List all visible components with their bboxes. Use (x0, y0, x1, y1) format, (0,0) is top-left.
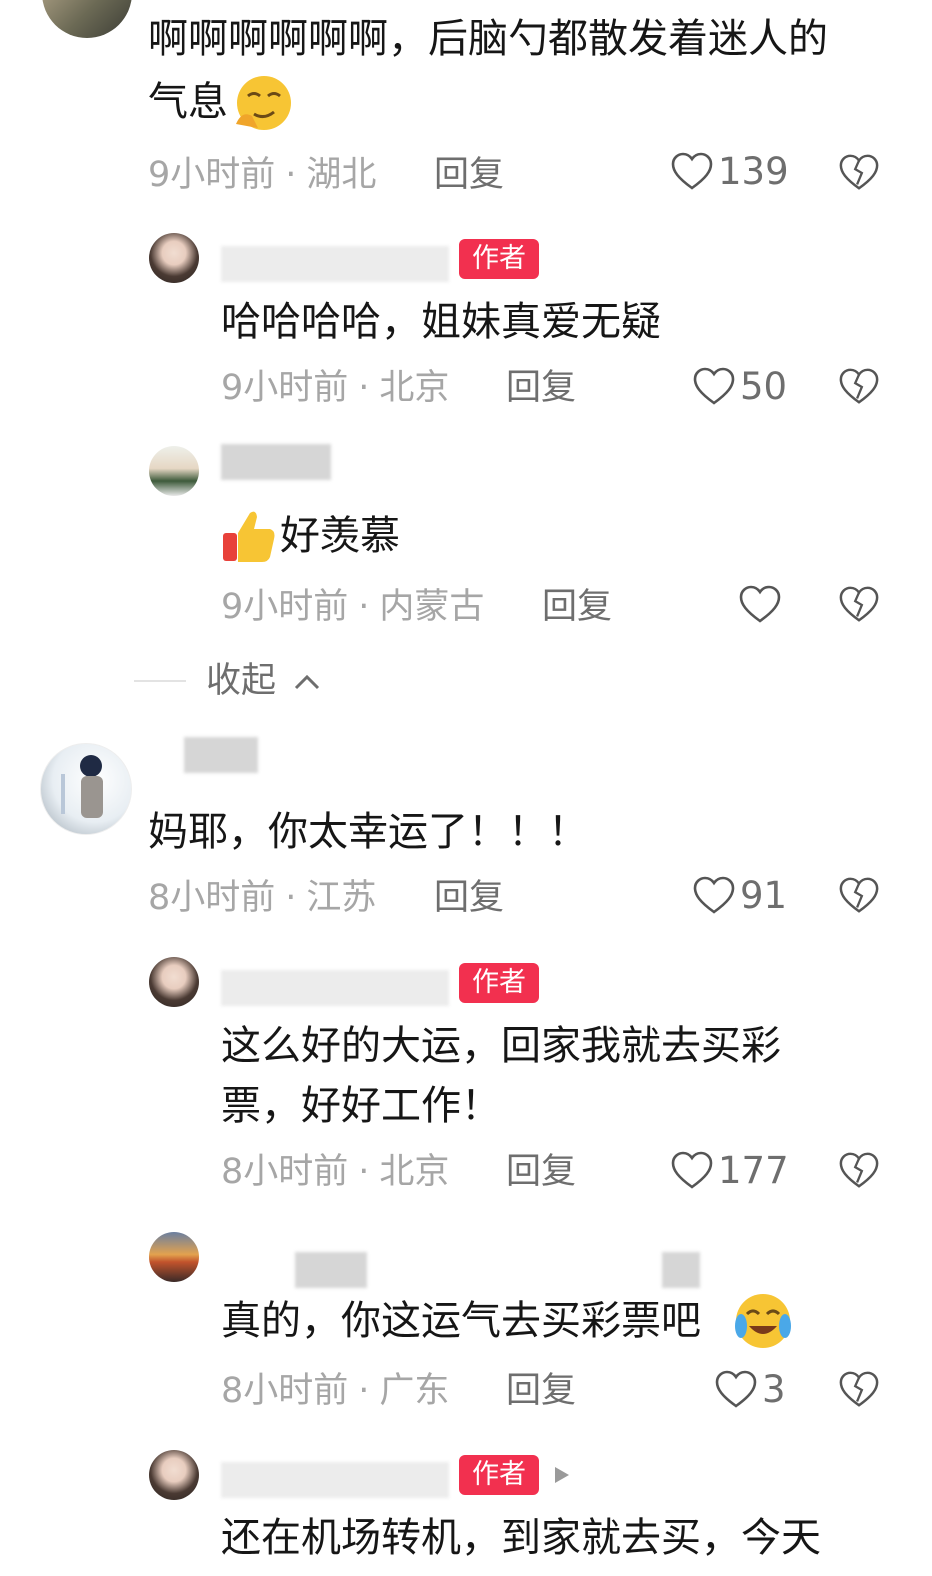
comment-text: 还在机场转机，到家就去买，今天 (221, 1515, 821, 1561)
comment-text: 哈哈哈哈，姐妹真爱无疑 (221, 299, 661, 345)
avatar[interactable] (149, 1450, 199, 1500)
reply-button[interactable]: 回复 (434, 155, 504, 195)
comment-time: 9小时前 (221, 587, 349, 627)
username-blurred (221, 1462, 449, 1498)
comment-location: 江苏 (306, 878, 377, 918)
reply-button[interactable]: 回复 (506, 1371, 576, 1411)
comment-text: 气息 (148, 79, 228, 125)
like-button[interactable]: 177 (670, 1149, 789, 1193)
comment-meta: 9小时前 · 北京 (221, 368, 450, 408)
crying-laughing-emoji (733, 1292, 793, 1354)
collapse-divider (134, 680, 186, 682)
author-badge: 作者 (459, 963, 539, 1003)
comment-time: 8小时前 (221, 1152, 349, 1192)
reply-button[interactable]: 回复 (542, 587, 612, 627)
collapse-button[interactable]: 收起 (206, 661, 321, 701)
heart-icon (671, 152, 713, 190)
heart-icon (739, 585, 781, 623)
like-count: 139 (718, 150, 789, 193)
comment-meta: 9小时前 · 内蒙古 (221, 587, 485, 627)
username-blurred (662, 1252, 700, 1288)
comment-time: 9小时前 (148, 155, 276, 195)
like-count: 3 (762, 1368, 786, 1411)
dislike-icon[interactable] (838, 1369, 880, 1411)
author-badge: 作者 (459, 1455, 539, 1495)
dislike-icon[interactable] (838, 366, 880, 408)
reply-button[interactable]: 回复 (506, 1152, 576, 1192)
comment-text: 妈耶，你太幸运了！！！ (148, 809, 588, 855)
comment-meta: 8小时前 · 江苏 (148, 878, 377, 918)
comment-text: 啊啊啊啊啊啊，后脑勺都散发着迷人的 (148, 16, 828, 62)
comment-text: 这么好的大运，回家我就去买彩 (221, 1023, 781, 1069)
dislike-icon[interactable] (838, 152, 880, 194)
username-blurred (295, 1252, 367, 1288)
comment-location: 北京 (379, 1152, 450, 1192)
comment-meta: 9小时前 · 湖北 (148, 155, 377, 195)
comment-location: 广东 (379, 1371, 450, 1411)
username-blurred (221, 246, 449, 282)
comment-text: 票，好好工作！ (221, 1083, 501, 1129)
dislike-icon[interactable] (838, 584, 880, 626)
like-button[interactable]: 139 (670, 150, 789, 194)
avatar[interactable] (149, 233, 199, 283)
avatar[interactable] (149, 1232, 199, 1282)
username-blurred (221, 970, 449, 1006)
avatar[interactable] (149, 957, 199, 1007)
author-badge: 作者 (459, 239, 539, 279)
avatar[interactable] (149, 446, 199, 496)
play-icon (555, 1467, 569, 1483)
collapse-label: 收起 (206, 661, 277, 701)
like-count: 50 (740, 365, 788, 408)
heart-icon (715, 1370, 757, 1408)
reply-button[interactable]: 回复 (434, 878, 504, 918)
username-blurred (184, 737, 258, 773)
heart-icon (693, 876, 735, 914)
reply-button[interactable]: 回复 (506, 368, 576, 408)
comment-location: 湖北 (306, 155, 377, 195)
like-button[interactable]: 3 (714, 1368, 786, 1412)
comment-location: 北京 (379, 368, 450, 408)
comment-text: 真的，你这运气去买彩票吧 (221, 1298, 701, 1344)
comment-meta: 8小时前 · 广东 (221, 1371, 450, 1411)
dislike-icon[interactable] (838, 875, 880, 917)
comment-location: 内蒙古 (379, 587, 485, 627)
like-button[interactable]: 91 (692, 874, 787, 918)
dislike-icon[interactable] (838, 1150, 880, 1192)
like-button[interactable]: 50 (692, 365, 787, 409)
comment-time: 8小时前 (148, 878, 276, 918)
comment-time: 9小时前 (221, 368, 349, 408)
thumbs-up-emoji (220, 507, 278, 569)
avatar[interactable] (40, 743, 132, 835)
like-count: 177 (718, 1149, 789, 1192)
comment-text: 好羡慕 (280, 513, 400, 559)
heart-icon (693, 367, 735, 405)
comment-time: 8小时前 (221, 1371, 349, 1411)
smirk-emoji (232, 74, 294, 136)
comment-meta: 8小时前 · 北京 (221, 1152, 450, 1192)
avatar[interactable] (42, 0, 132, 38)
like-count: 91 (740, 874, 788, 917)
heart-icon (671, 1151, 713, 1189)
username-blurred (221, 444, 331, 480)
like-button[interactable] (738, 583, 786, 627)
chevron-up-icon (295, 674, 320, 690)
